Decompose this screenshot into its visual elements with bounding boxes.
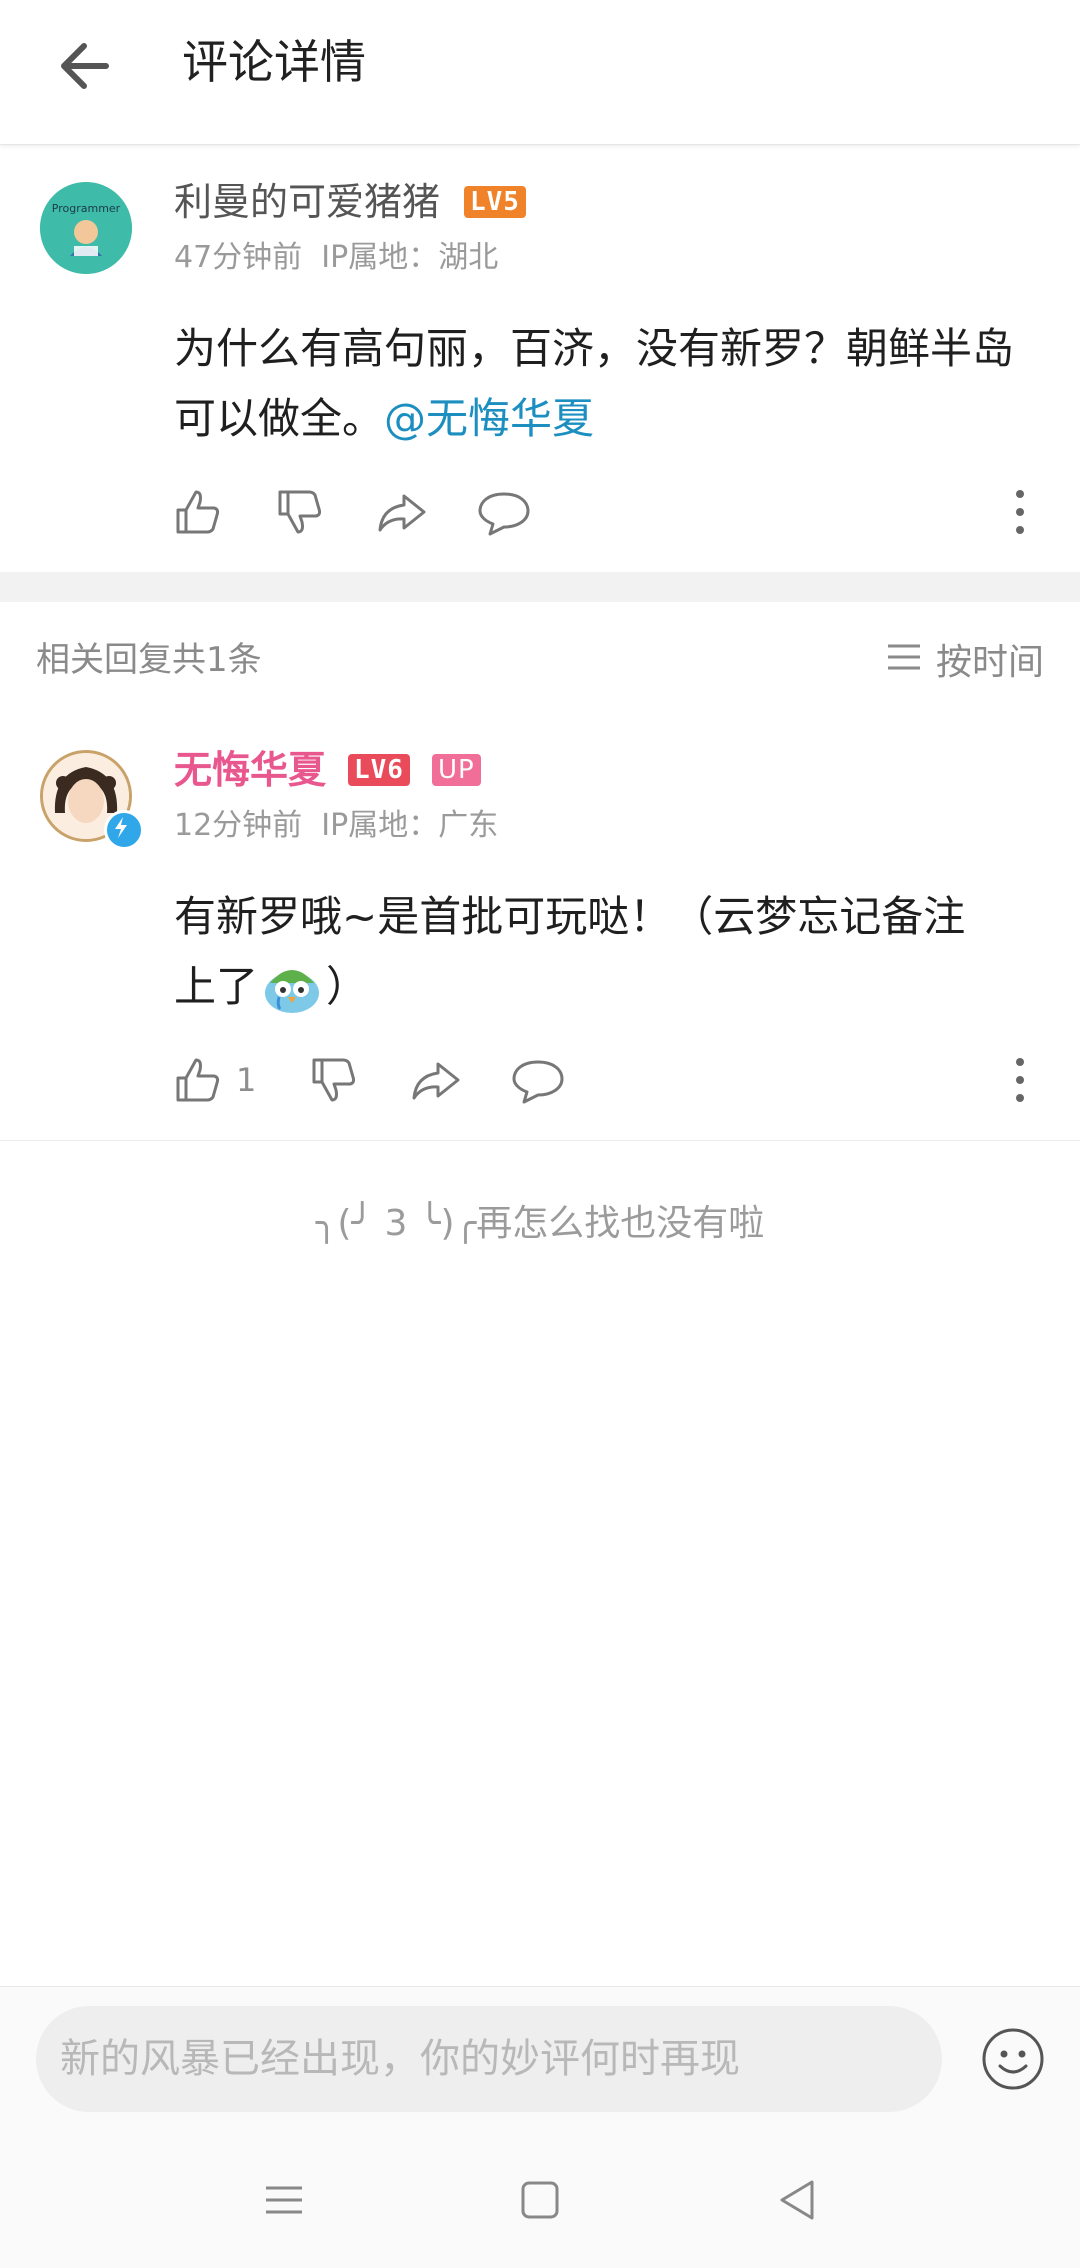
up-badge: UP xyxy=(432,754,481,786)
reply-ip-location: IP属地：广东 xyxy=(321,808,499,843)
username[interactable]: 利曼的可爱猪猪 xyxy=(174,176,440,228)
replies-count: 相关回复共1条 xyxy=(36,640,262,680)
reply-text-line2: 上了 xyxy=(174,962,259,1011)
ip-location: IP属地：湖北 xyxy=(321,240,499,275)
menu-nav-icon[interactable] xyxy=(254,2170,314,2230)
home-nav-icon[interactable] xyxy=(510,2170,570,2230)
comment-meta: 47分钟前 IP属地：湖北 xyxy=(174,238,498,278)
emoji-icon[interactable] xyxy=(980,2026,1046,2092)
comment-time: 47分钟前 xyxy=(174,240,303,275)
share-icon[interactable] xyxy=(374,484,430,540)
back-nav-icon[interactable] xyxy=(768,2170,828,2230)
dislike-icon[interactable] xyxy=(272,484,328,540)
sort-by-time-button[interactable]: 按时间 xyxy=(886,632,1044,686)
list-divider xyxy=(0,1140,1080,1141)
reply-like-icon[interactable] xyxy=(170,1052,226,1108)
top-app-bar: 评论详情 xyxy=(0,0,1080,145)
reply-share-icon[interactable] xyxy=(408,1052,464,1108)
reply-more-options-icon[interactable] xyxy=(1000,1052,1040,1108)
comment-text: 为什么有高句丽，百济，没有新罗？朝鲜半岛可以做全。@无悔华夏 xyxy=(174,314,1054,454)
page-title: 评论详情 xyxy=(182,35,366,89)
avatar[interactable]: Programmer xyxy=(40,182,132,274)
reply-text-line1: 有新罗哦~是首批可玩哒！（云梦忘记备注 xyxy=(174,892,966,941)
like-count: 1 xyxy=(236,1061,257,1099)
sort-list-icon xyxy=(886,642,922,676)
reply-bubble-icon[interactable] xyxy=(476,484,532,540)
sort-label: 按时间 xyxy=(935,642,1044,683)
back-arrow-icon[interactable] xyxy=(44,24,128,108)
crying-bird-emoji-icon xyxy=(262,959,322,1015)
reply-meta: 12分钟前 IP属地：广东 xyxy=(174,806,498,846)
reply-text-end: ） xyxy=(326,962,369,1011)
end-of-list-message: ╮(╯ 3 ╰)╭再怎么找也没有啦 xyxy=(315,1203,765,1244)
like-icon[interactable] xyxy=(170,484,226,540)
reply-level-badge: LV6 xyxy=(348,754,410,786)
reply-comment-icon[interactable] xyxy=(510,1052,566,1108)
svg-text:Programmer: Programmer xyxy=(52,202,121,215)
section-divider xyxy=(0,572,1080,602)
reply-time: 12分钟前 xyxy=(174,808,303,843)
reply-username[interactable]: 无悔华夏 xyxy=(174,744,326,796)
reply-text: 有新罗哦~是首批可玩哒！（云梦忘记备注 上了 ） xyxy=(174,882,1054,1022)
mention-link[interactable]: @无悔华夏 xyxy=(384,394,594,443)
reply-dislike-icon[interactable] xyxy=(306,1052,362,1108)
verified-lightning-icon xyxy=(104,810,144,850)
more-options-icon[interactable] xyxy=(1000,484,1040,540)
comment-input[interactable]: 新的风暴已经出现，你的妙评何时再现 xyxy=(36,2006,942,2112)
level-badge: LV5 xyxy=(464,186,526,218)
comment-input-placeholder: 新的风暴已经出现，你的妙评何时再现 xyxy=(60,2036,740,2082)
